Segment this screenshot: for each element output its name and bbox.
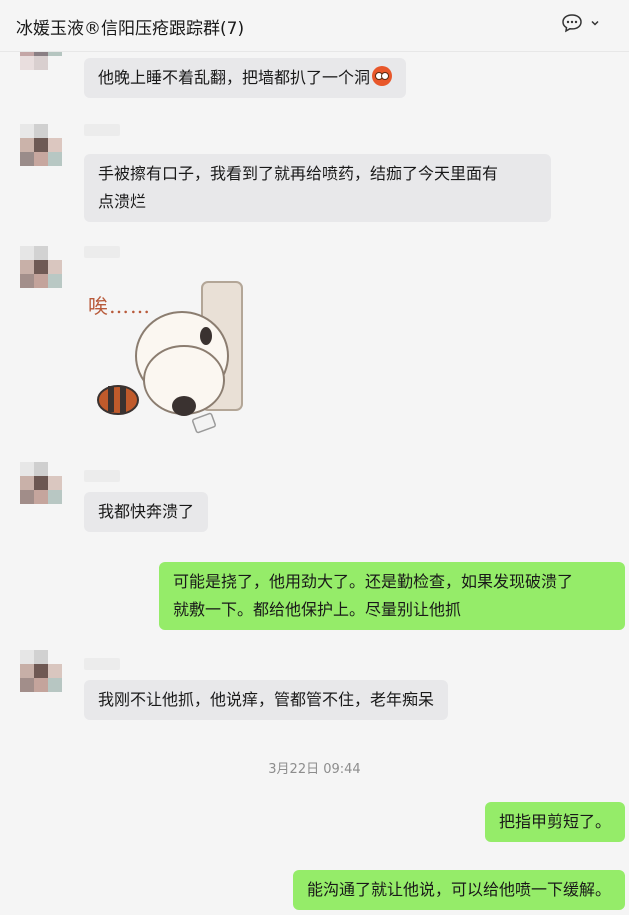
avatar[interactable] [20, 462, 64, 506]
message-text: 可能是挠了，他用劲大了。还是勤检查，如果发现破溃了 [173, 572, 574, 591]
message-bubble[interactable]: 我都快奔溃了 [84, 492, 209, 532]
sender-nickname [84, 124, 120, 136]
sender-nickname [84, 246, 120, 258]
sticker-text: 唉…… [88, 294, 151, 318]
message-bubble[interactable]: 可能是挠了，他用劲大了。还是勤检查，如果发现破溃了 就敷一下。都给他保护上。尽量… [159, 562, 625, 630]
timestamp-divider: 3月22日 09:44 [268, 762, 361, 777]
message-list[interactable]: 他晚上睡不着乱翻，把墙都扒了一个洞 手被擦有口子，我看到了就再给喷药，结痂了今天… [0, 52, 629, 915]
face-emoji-icon [372, 66, 393, 86]
chat-bubble-icon[interactable] [561, 13, 583, 33]
message-text: 我都快奔溃了 [98, 502, 195, 521]
message-text: 把指甲剪短了。 [498, 812, 611, 831]
avatar[interactable] [20, 124, 64, 168]
chat-header: 冰媛玉液®信阳压疮跟踪群(7) [0, 0, 629, 52]
message-bubble[interactable]: 能沟通了就让他说，可以给他喷一下缓解。 [292, 870, 625, 910]
message-bubble[interactable]: 我刚不让他抓，他说痒，管都管不住，老年痴呆 [84, 680, 449, 720]
avatar[interactable] [20, 52, 64, 72]
message-bubble[interactable]: 手被擦有口子，我看到了就再给喷药，结痂了今天里面有 点溃烂 [84, 154, 551, 222]
message-bubble[interactable]: 他晚上睡不着乱翻，把墙都扒了一个洞 [84, 58, 407, 98]
chat-title: 冰媛玉液®信阳压疮跟踪群(7) [16, 19, 245, 39]
chevron-down-icon[interactable] [589, 17, 601, 29]
sender-nickname [84, 470, 120, 482]
message-text: 能沟通了就让他说，可以给他喷一下缓解。 [306, 880, 611, 899]
sender-nickname [84, 658, 120, 670]
panda-sigh-sticker[interactable]: 唉…… [84, 278, 260, 444]
message-text: 手被擦有口子，我看到了就再给喷药，结痂了今天里面有 [98, 164, 499, 183]
avatar[interactable] [20, 246, 64, 290]
message-text: 就敷一下。都给他保护上。尽量别让他抓 [173, 600, 462, 619]
message-text: 点溃烂 [98, 192, 147, 211]
header-actions [561, 13, 601, 33]
message-bubble[interactable]: 把指甲剪短了。 [484, 802, 625, 842]
avatar[interactable] [20, 650, 64, 694]
message-text: 他晚上睡不着乱翻，把墙都扒了一个洞 [98, 68, 371, 87]
message-text: 我刚不让他抓，他说痒，管都管不住，老年痴呆 [98, 690, 435, 709]
